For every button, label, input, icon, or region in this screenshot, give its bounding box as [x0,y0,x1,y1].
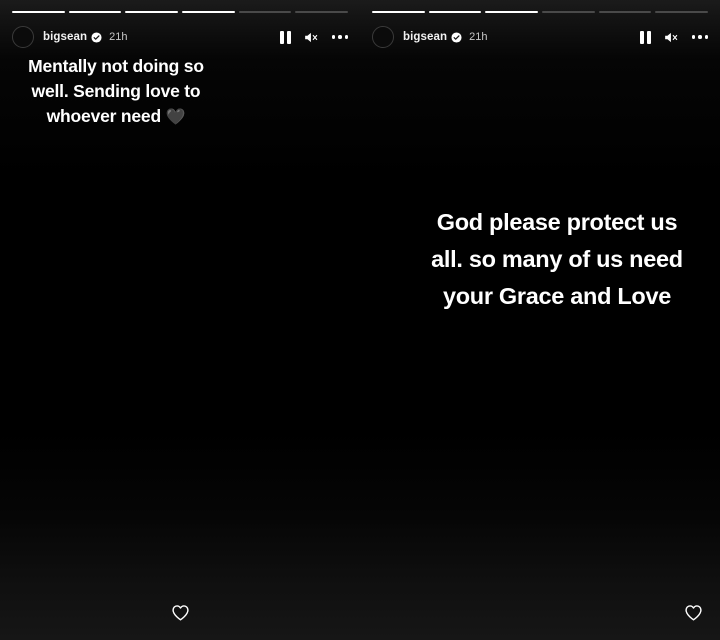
timestamp-label: 21h [109,31,128,43]
heart-outline-icon [171,604,189,620]
verified-badge-icon [91,31,102,43]
story-like-bar-left [0,584,360,640]
heart-outline-icon [685,604,702,620]
story-background-right [360,0,720,640]
pause-button[interactable] [279,30,291,44]
speaker-muted-icon [664,32,677,42]
progress-segment[interactable] [542,11,595,13]
progress-segment[interactable] [428,11,482,13]
progress-segment[interactable] [12,11,65,13]
username-label[interactable]: bigsean [403,31,447,43]
speaker-muted-icon [304,32,317,42]
progress-segment[interactable] [598,11,652,13]
like-button[interactable] [684,603,703,622]
progress-segment[interactable] [238,11,292,13]
avatar[interactable] [372,26,394,48]
more-options-button[interactable] [691,35,708,39]
black-heart-emoji: 🖤 [165,109,186,126]
like-button[interactable] [171,603,190,622]
verified-badge-icon [451,31,462,43]
pause-icon [639,30,651,44]
pause-icon [279,30,291,44]
progress-segment[interactable] [125,11,179,13]
progress-segment[interactable] [182,11,235,13]
story-caption-right: God please protect us all. so many of us… [431,209,683,309]
timestamp-label: 21h [469,31,488,43]
story-progress-bar-left [12,11,349,14]
story-header-left: bigsean 21h [12,24,348,50]
mute-button[interactable] [664,31,679,44]
stories-viewer: bigsean 21h Mentally not doing so well. … [0,0,720,640]
progress-segment[interactable] [68,11,122,13]
progress-segment[interactable] [485,11,539,13]
story-panel-right[interactable]: bigsean 21h God please protect us all. s… [360,0,720,640]
story-progress-bar-right [372,11,709,14]
more-options-button[interactable] [331,35,348,39]
story-header-right: bigsean 21h [372,24,708,50]
progress-segment[interactable] [655,11,709,13]
pause-button[interactable] [639,30,651,44]
story-panel-left[interactable]: bigsean 21h Mentally not doing so well. … [0,0,360,640]
story-like-bar-right [360,584,720,640]
username-label[interactable]: bigsean [43,31,87,43]
progress-segment[interactable] [295,11,349,13]
more-horizontal-icon [331,35,348,39]
story-caption-left: Mentally not doing so well. Sending love… [22,54,210,130]
mute-button[interactable] [304,31,319,44]
progress-segment[interactable] [372,11,425,13]
more-horizontal-icon [691,35,708,39]
avatar[interactable] [12,26,34,48]
